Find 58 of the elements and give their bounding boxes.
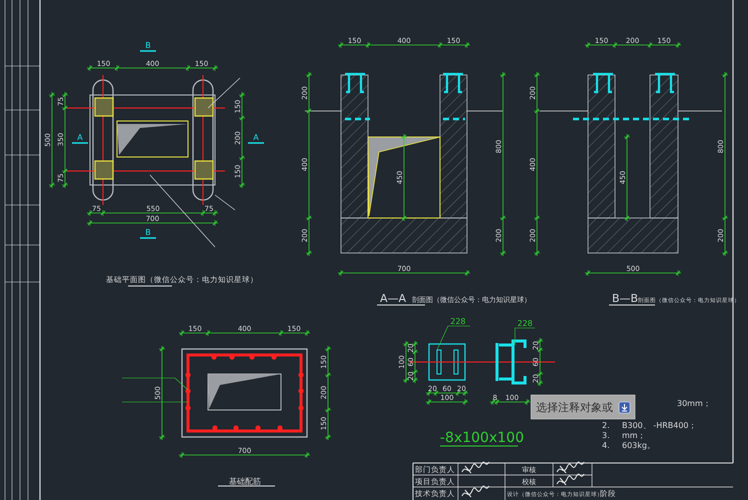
rebar-dot (212, 425, 218, 431)
cable-line (345, 118, 370, 120)
channel-steel-drawing (442, 72, 464, 94)
rebar-dot (229, 354, 235, 360)
leader-line (436, 326, 470, 350)
channel-steel-drawing (496, 340, 526, 384)
steel-plate (194, 160, 214, 180)
rebar-dot (255, 425, 261, 431)
dimension-line (536, 338, 544, 386)
detail-caption: -8x100x100 (440, 430, 524, 446)
dimension-line (490, 398, 530, 406)
anchor-slot (454, 350, 458, 374)
download-arrow-icon (618, 402, 630, 414)
dimension-line (402, 340, 410, 384)
steel-plate (428, 343, 466, 381)
rebar-dot (233, 425, 239, 431)
channel-steel-drawing (654, 72, 676, 94)
rebar-dot (298, 405, 304, 411)
rebar-dot (185, 372, 191, 378)
section-title: B—B (612, 292, 638, 305)
cable-line (443, 118, 465, 120)
note-text: mm； (622, 431, 646, 440)
note-text: 603kg。 (622, 441, 655, 450)
rebar-dot (211, 354, 217, 360)
tooltip-text: 选择注释对象或 (536, 401, 613, 414)
note-text: 30mm； (677, 399, 711, 408)
drawing-title: 基础配筋 (229, 477, 261, 486)
channel-steel-drawing (592, 72, 614, 94)
dimension-label: 228 (517, 319, 533, 328)
signature-drawing (556, 474, 584, 486)
rebar-dot (271, 354, 277, 360)
rebar-dot (249, 354, 255, 360)
section-mark: A (72, 133, 88, 144)
dimension-line (426, 398, 468, 406)
signature-drawing (462, 486, 490, 498)
section-mark: B (140, 228, 156, 239)
dimension-line (426, 390, 468, 396)
dimension-label: 228 (450, 317, 466, 326)
channel-steel-drawing (344, 72, 366, 94)
section-mark: B (140, 41, 156, 52)
rebar-dot (185, 388, 191, 394)
rebar-dot (298, 388, 304, 394)
section-title: A—A (380, 292, 406, 305)
rebar-dot (185, 405, 191, 411)
steel-plate (194, 97, 214, 117)
note-text: 4. (602, 441, 610, 450)
dimension-line (412, 340, 418, 384)
rebar-dot (298, 372, 304, 378)
note-text: B300、 -HRB400； (622, 421, 697, 430)
steel-plate (94, 97, 114, 117)
anchor-slot (436, 350, 442, 374)
signature-drawing (556, 462, 584, 474)
rebar-dot (277, 425, 283, 431)
signature-drawing (462, 462, 490, 474)
section-mark: A (248, 133, 264, 144)
note-text: 3. (602, 431, 610, 440)
note-text: 2. (602, 421, 610, 430)
steel-plate (94, 160, 114, 180)
